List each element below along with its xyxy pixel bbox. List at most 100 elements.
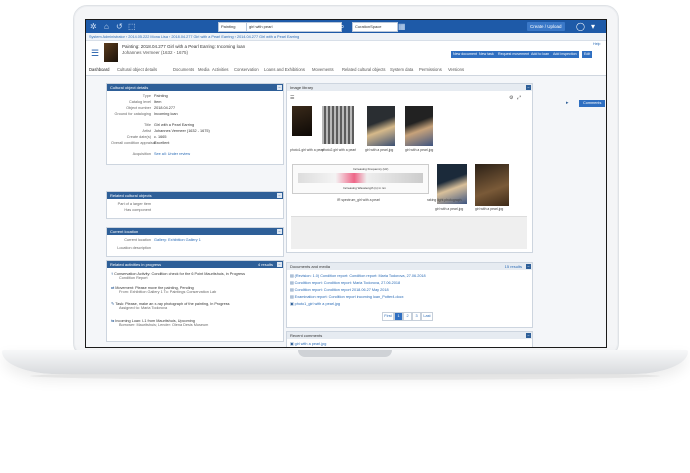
activity-sub: Condition Report [119, 276, 148, 280]
location-title: Current location [110, 229, 139, 234]
dashboard-content: Cultural object details − Type Painting Ca… [86, 76, 606, 347]
detail-value: 2018.04.277 [154, 106, 176, 110]
app-logo-icon[interactable]: ✲ [90, 22, 97, 31]
image-thumbnail[interactable] [405, 106, 433, 146]
comment-item[interactable]: ▣ girl with a pearl.jpg [290, 341, 326, 346]
activities-count[interactable]: 4 results [258, 261, 273, 268]
collapse-icon[interactable]: − [526, 333, 531, 338]
tab-conservation[interactable]: Conservation [234, 67, 259, 72]
space-select[interactable]: CurationSpace [352, 22, 398, 32]
grid-icon[interactable]: ▦ [398, 22, 406, 31]
tab-system-data[interactable]: System data [390, 67, 413, 72]
page-2[interactable]: 2 [403, 312, 412, 321]
collapse-icon[interactable]: − [277, 229, 282, 234]
object-thumbnail[interactable] [104, 43, 118, 62]
page-first[interactable]: First [382, 312, 394, 321]
detail-label: Part of a larger item [117, 202, 151, 206]
collapse-icon[interactable]: − [277, 193, 282, 198]
add-to-loan-button[interactable]: Add to loan [529, 51, 552, 58]
image-thumbnail[interactable] [367, 106, 395, 146]
detail-row: Part of a larger item [111, 202, 151, 206]
page-last[interactable]: Last [421, 312, 433, 321]
tab-details[interactable]: Cultural object details [117, 67, 157, 72]
user-avatar-icon[interactable]: ◯ [576, 22, 585, 31]
spectrum-axis: Increasing Wavelength (λ) in nm [343, 186, 386, 190]
tab-versions[interactable]: Versions [448, 67, 464, 72]
comments-chevron-icon[interactable]: ▸ [566, 100, 569, 106]
detail-row: Current location Gallery: Exhibition Gall… [111, 238, 201, 242]
create-upload-button[interactable]: Create / Upload [527, 22, 565, 31]
add-inspection-button[interactable]: Add inspection [551, 51, 579, 58]
image-caption: girl with a pearl.jpg [365, 148, 394, 152]
page-3[interactable]: 3 [412, 312, 421, 321]
documents-title: Documents and media [290, 264, 331, 269]
pagination: First 1 2 3 Last [382, 312, 442, 321]
collapse-icon[interactable]: − [526, 264, 531, 269]
acquisition-link[interactable]: See all: Under review [154, 152, 190, 156]
edit-button[interactable]: Edit [582, 51, 593, 58]
details-panel: Cultural object details − Type Painting Ca… [106, 83, 284, 165]
tab-permissions[interactable]: Permissions [419, 67, 442, 72]
collapse-icon[interactable]: − [526, 85, 531, 90]
image-thumbnail[interactable] [475, 164, 509, 206]
documents-count[interactable]: 15 results [505, 263, 522, 270]
page-1[interactable]: 1 [394, 312, 403, 321]
document-link[interactable]: photo1_girl with a pearl.jpg [295, 302, 340, 306]
detail-value: Excellent [154, 141, 170, 145]
history-icon[interactable]: ↺ [116, 22, 123, 31]
detail-label: Ground for cataloging [114, 112, 151, 116]
collapse-icon[interactable]: − [277, 85, 282, 90]
tab-dashboard[interactable]: Dashboard [89, 67, 110, 72]
collapse-icon[interactable]: − [277, 262, 282, 267]
documents-header: Documents and media 15 results − [287, 263, 532, 270]
search-icon[interactable]: ⌕ [340, 22, 344, 31]
list-view-icon[interactable]: ☰ [290, 95, 294, 101]
document-item[interactable]: ▤ (Revision: 1.0) Condition report: Cond… [290, 273, 426, 278]
document-link[interactable]: Examination report: Condition report inc… [295, 295, 404, 299]
tab-movements[interactable]: Movements [312, 67, 334, 72]
new-task-button[interactable]: New task [477, 51, 496, 58]
tab-related[interactable]: Related cultural objects [342, 67, 386, 72]
detail-row: Title Girl with a Pearl Earring [111, 123, 194, 127]
document-item[interactable]: ▤ Examination report: Condition report i… [290, 294, 404, 299]
breadcrumb-item[interactable]: 2018.04.277 Girl with a Pearl Earring [171, 35, 233, 39]
settings-icon[interactable]: ⚙ [509, 95, 513, 101]
location-link[interactable]: Gallery: Exhibition Gallery 1 [154, 238, 201, 242]
related-title: Related cultural objects [110, 193, 152, 198]
document-link[interactable]: Condition report: Condition report 2018.… [295, 288, 389, 292]
document-link[interactable]: (Revision: 1.0) Condition report: Condit… [295, 274, 426, 278]
detail-label: Catalog level [129, 100, 151, 104]
document-item[interactable]: ▣ photo1_girl with a pearl.jpg [290, 301, 340, 306]
image-thumbnail[interactable] [292, 106, 312, 136]
comments-button[interactable]: Comments [579, 100, 606, 107]
bookmark-icon[interactable]: ⬚ [128, 22, 136, 31]
image-thumbnail[interactable] [322, 106, 354, 144]
image-library-panel: Image library − ☰ ⚙ ⤢ photo1.girl with a … [286, 83, 533, 253]
document-item[interactable]: ▤ Condition report: Condition report: Ma… [290, 280, 400, 285]
menu-icon[interactable]: ☰ [91, 48, 99, 59]
breadcrumb-item[interactable]: System Administrator [89, 35, 125, 39]
tab-loans[interactable]: Loans and Exhibitions [264, 67, 305, 72]
expand-icon[interactable]: ⤢ [517, 95, 521, 101]
tab-documents[interactable]: Documents [173, 67, 194, 72]
user-menu-chevron-icon[interactable]: ▾ [591, 22, 595, 31]
comment-link[interactable]: girl with a pearl.jpg [295, 342, 327, 346]
breadcrumb-item[interactable]: 2014.05.222 Mona Lisa [128, 35, 168, 39]
activity-sub: Borrower: Mauritshuis; Lender: Olena Des… [119, 323, 209, 327]
search-input[interactable]: girl with pearl [246, 22, 342, 32]
tab-activities[interactable]: Activities [212, 67, 229, 72]
help-link[interactable]: Help [593, 42, 600, 46]
home-icon[interactable]: ⌂ [104, 22, 109, 31]
request-movement-button[interactable]: Request movement [496, 51, 532, 58]
spectrum-chart-image[interactable]: Increasing Frequency (Hz) Increasing Wav… [292, 164, 429, 194]
recent-comments-panel: Recent comments − ▣ girl with a pearl.jpg [286, 331, 533, 347]
tab-media[interactable]: Media [198, 67, 209, 72]
detail-value: c. 1665 [154, 135, 167, 139]
breadcrumb-item[interactable]: 2014.04.277 Girl with a Pearl Earring [237, 35, 299, 39]
new-document-button[interactable]: New document [451, 51, 479, 58]
document-item[interactable]: ▤ Condition report: Condition report 201… [290, 287, 389, 292]
detail-row: Catalog level Item [111, 100, 161, 104]
tab-bar: Dashboard Cultural object details Docume… [86, 65, 606, 76]
document-link[interactable]: Condition report: Condition report: Mari… [295, 281, 400, 285]
detail-label: Has component [124, 208, 151, 212]
